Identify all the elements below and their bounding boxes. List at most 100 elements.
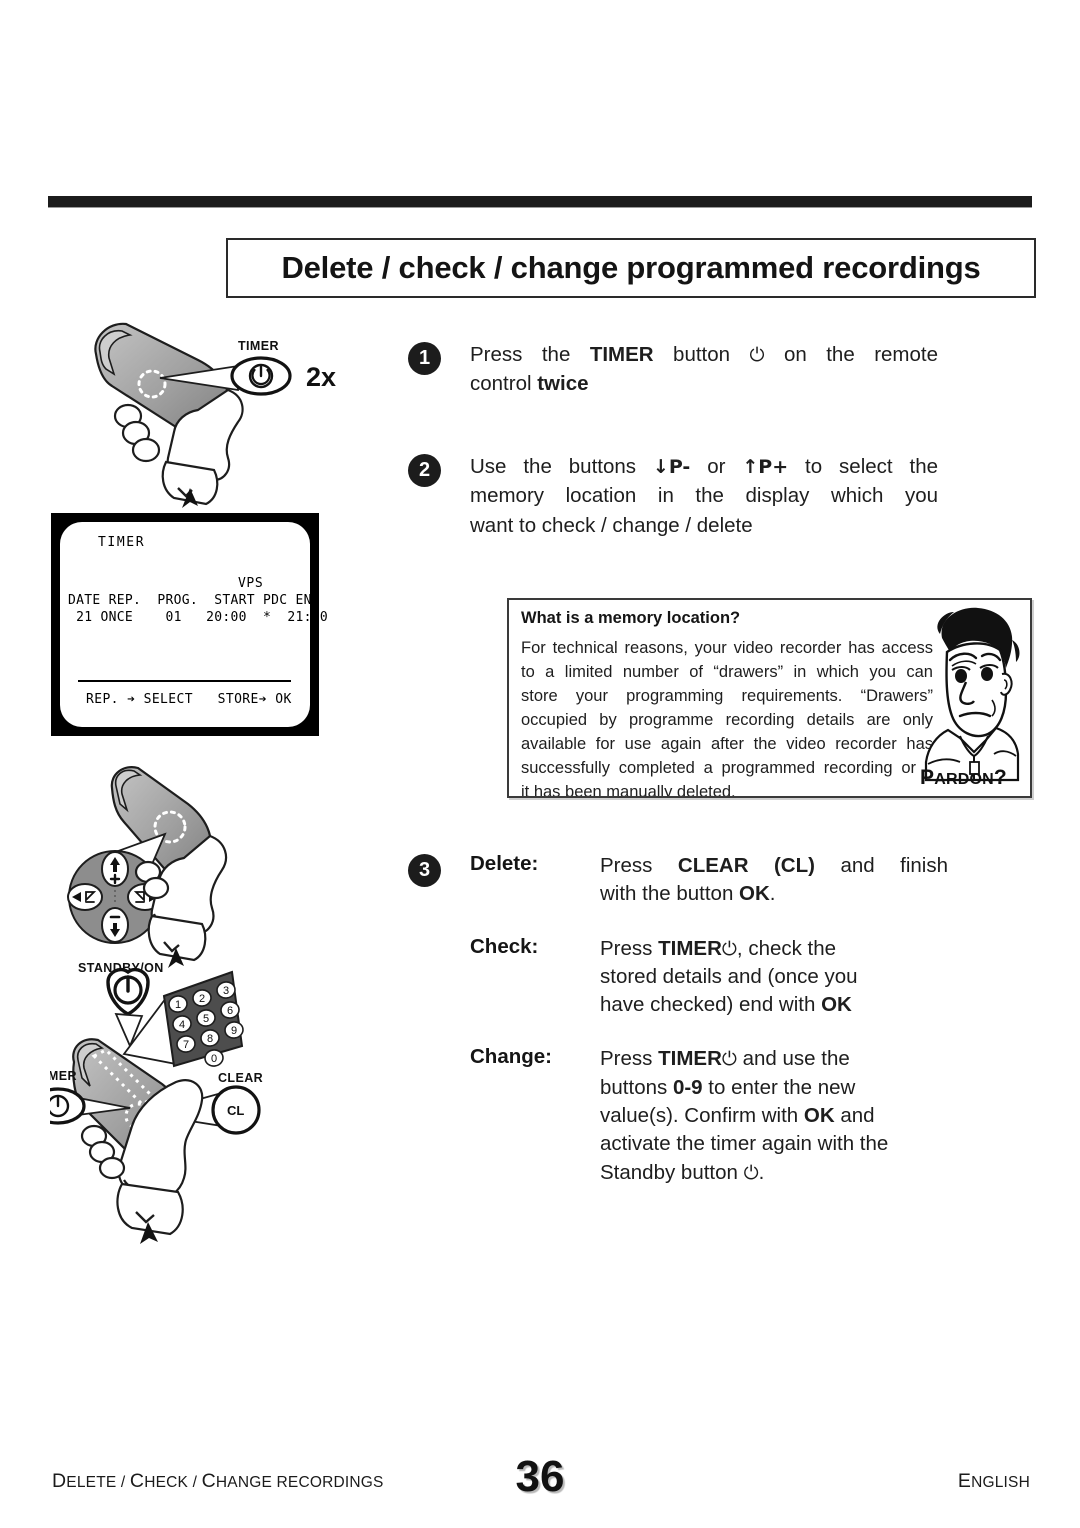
ok-label-1: OK: [739, 882, 770, 906]
osd-divider: [78, 680, 291, 682]
info-box-body: For technical reasons, your video record…: [521, 636, 933, 798]
delete-label: Delete:: [470, 852, 539, 875]
g-t3: buttons: [600, 1075, 673, 1099]
svg-text:7: 7: [183, 1039, 189, 1051]
dpad-down-button[interactable]: [101, 907, 129, 943]
d-t2: and finish: [814, 854, 948, 877]
s1-t3: on the remote: [764, 343, 938, 366]
pardon-rest: ARDON: [934, 771, 994, 788]
s1-twice: twice: [537, 372, 589, 396]
step-3: 3 Delete: Press CLEAR (CL) and finish wi…: [408, 852, 948, 1207]
svg-text:0: 0: [211, 1053, 217, 1065]
page-title-box: Delete / check / change programmed recor…: [226, 238, 1036, 298]
header-rule: [48, 196, 1032, 207]
pardon-p: P: [920, 766, 935, 789]
pardon-cartoon: PARDON?: [916, 604, 1028, 792]
standby-button-callout[interactable]: [106, 967, 150, 1016]
change-description: Press TIMER⏻ and use the buttons 0-9 to …: [600, 1045, 948, 1186]
timer-label-check: TIMER: [658, 936, 722, 960]
numeric-keypad-callout[interactable]: 1 2 3 4 5 6 7 8 9 0: [162, 970, 244, 1068]
g-t8: .: [758, 1160, 765, 1184]
puzzled-man-illustration: [924, 607, 1020, 782]
check-description: Press TIMER⏻, check the stored details a…: [600, 935, 948, 1020]
osd-title: TIMER: [98, 535, 146, 550]
osd-vps-label: VPS: [238, 576, 264, 591]
illustration-press-timer: TIMER 2x: [78, 312, 378, 512]
d-t3: with the button: [600, 882, 740, 906]
remote-timer-svg: TIMER 2x: [94, 322, 336, 508]
c-t2: , check the: [736, 936, 837, 960]
memory-location-info-box: What is a memory location? For technical…: [507, 598, 1032, 798]
timer-button-callout[interactable]: [30, 1087, 86, 1125]
standby-icon: ⏻: [743, 1161, 759, 1184]
svg-text:2: 2: [199, 993, 205, 1005]
illustration-standby-keypad-clear: STANDBY/ON 1 2 3: [30, 958, 370, 1258]
s2-line3: want to check / change / delete: [470, 513, 753, 537]
timer-callout-label: TIMER: [238, 339, 279, 353]
osd-footer-hints: REP. ➔ SELECT STORE➔ OK: [86, 692, 292, 707]
svg-text:3: 3: [223, 985, 229, 997]
s2-t3: to select the: [788, 455, 939, 478]
c-t1: Press: [600, 936, 659, 960]
g-t4: to enter the new: [702, 1075, 856, 1099]
p-plus-icon: ↑P+: [742, 456, 789, 478]
osd-column-headers: DATE REP. PROG. START PDC END: [68, 593, 320, 608]
clear-cl-label: CLEAR (CL): [677, 854, 815, 877]
step-1: 1 Press the TIMER button ⏻ on the remote…: [408, 340, 938, 399]
g-t1: Press: [600, 1047, 659, 1071]
step-3-delete-row: 3 Delete: Press CLEAR (CL) and finish wi…: [408, 852, 948, 909]
dpad-left-button[interactable]: [67, 883, 103, 911]
c-t3: have checked) end with: [600, 993, 822, 1017]
c-line2: stored details and (once you: [600, 964, 858, 988]
page-number: 36: [515, 1452, 565, 1501]
p-minus-icon: ↓P-: [652, 456, 691, 478]
osd-screen: TIMER VPS DATE REP. PROG. START PDC END …: [60, 522, 328, 727]
step-3-bullet-col: 3: [408, 852, 470, 909]
timer-callout-label: TIMER: [50, 1069, 77, 1083]
s1-t2: button: [653, 343, 750, 366]
check-label: Check:: [470, 934, 539, 958]
power-icon-change: ⏻: [721, 1048, 737, 1071]
page-footer: DELETE / CHECK / CHANGE RECORDINGS 36 EN…: [0, 1452, 1080, 1512]
ok-label-2: OK: [821, 993, 852, 1017]
g-t7: Standby button: [600, 1160, 744, 1184]
step-2-text: Use the buttons ↓P- or ↑P+ to select the…: [470, 452, 938, 540]
step-2: 2 Use the buttons ↓P- or ↑P+ to select t…: [408, 452, 938, 540]
info-line-7: it has been manually deleted.: [521, 783, 736, 798]
info-line-4: occupied by programme recording details …: [521, 711, 933, 730]
step-1-text: Press the TIMER button ⏻ on the remote c…: [470, 340, 938, 399]
pardon-label: PARDON?: [920, 766, 1007, 790]
step-3-check-row: Check: Press TIMER⏻, check the stored de…: [408, 935, 948, 1020]
step-1-bullet: 1: [408, 342, 441, 375]
s2-t2: or: [690, 455, 743, 478]
tv-display-bezel: TIMER VPS DATE REP. PROG. START PDC END …: [51, 513, 328, 736]
s1-t4: control: [470, 372, 538, 396]
osd-timer-row: 21 ONCE 01 20:00 * 21:30: [68, 610, 329, 625]
ok-label-3: OK: [803, 1103, 835, 1127]
dpad-up-button[interactable]: [101, 851, 129, 887]
footer-right-rest: NGLISH: [971, 1474, 1030, 1491]
info-box-title: What is a memory location?: [521, 609, 741, 627]
clear-button-label: CL: [227, 1103, 244, 1118]
repeat-count-label: 2x: [306, 362, 336, 392]
info-line-6: successfully completed a programmed reco…: [521, 759, 933, 778]
manual-page: Delete / check / change programmed recor…: [0, 0, 1080, 1528]
g-t2: and use the: [736, 1047, 850, 1071]
page-title: Delete / check / change programmed recor…: [281, 250, 981, 285]
footer-right-e: E: [957, 1470, 972, 1492]
d-t4: .: [769, 882, 776, 906]
svg-text:8: 8: [207, 1033, 213, 1045]
info-line-3: store your programming requirements. “Dr…: [521, 687, 933, 706]
svg-text:5: 5: [203, 1013, 209, 1025]
svg-text:6: 6: [227, 1005, 233, 1017]
delete-description: Press CLEAR (CL) and finish with the but…: [600, 852, 948, 909]
svg-text:9: 9: [231, 1025, 237, 1037]
pardon-mark: ?: [993, 766, 1007, 789]
info-line-5: available for use again after the video …: [521, 735, 933, 754]
g-t6: and: [834, 1103, 875, 1127]
d-t1: Press: [600, 854, 678, 877]
power-icon: ⏻: [749, 344, 765, 366]
s1-t1: Press the: [470, 343, 590, 366]
clear-button-callout[interactable]: CL: [211, 1085, 261, 1135]
step-3-change-row: Change: Press TIMER⏻ and use the buttons…: [408, 1045, 948, 1186]
